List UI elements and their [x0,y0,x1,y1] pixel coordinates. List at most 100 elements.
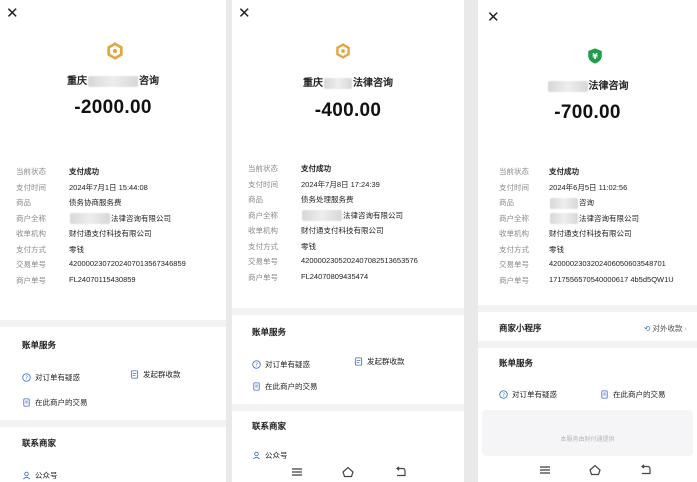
payment-amount: -700.00 [554,102,621,123]
detail-label: 交易单号 [16,260,46,269]
merchant-transactions-button[interactable]: 在此商户的交易 [252,381,318,392]
merchant-transactions-button[interactable]: 在此商户的交易 [600,389,666,400]
order-query-button[interactable]: ? 对订单有疑惑 [252,359,310,370]
detail-value: 支付成功 [301,164,331,173]
redacted-text [547,80,588,92]
svg-text:?: ? [255,363,258,369]
detail-value: 法律咨询有限公司 [301,210,403,222]
order-query-button[interactable]: ? 对订单有疑惑 [22,372,80,383]
detail-value: 4200002303202406050603548701 [549,259,666,268]
billing-section-title: 账单服务 [22,340,57,350]
detail-label: 商品 [248,195,263,204]
detail-value: 零钱 [301,241,316,251]
section-divider [0,420,226,427]
group-collect-icon [354,357,363,366]
detail-row: 交易单号 4200002307202407013567346859 [16,259,226,275]
detail-label: 支付时间 [499,182,529,192]
merchant-logo-icon [335,43,351,59]
detail-label: 支付方式 [248,241,278,251]
external-payment-link[interactable]: ⟲ 对外收款 › [644,323,687,334]
official-account-button[interactable]: 公众号 [22,470,58,481]
billing-section-title: 账单服务 [252,327,287,337]
question-circle-icon: ? [252,360,261,369]
detail-label: 收单机构 [499,229,529,238]
wechat-pay-shield-icon: ¥ [586,47,604,65]
detail-row: 商户单号 FL24070115430859 [16,275,226,291]
transaction-details: 当前状态 支付成功 支付时间 2024年7月1日 15:44:08 商品 债务协商服务… [16,166,226,290]
svg-text:?: ? [502,393,505,399]
detail-value: 法律咨询有限公司 [549,213,639,225]
transaction-details: 当前状态 支付成功 支付时间 2024年7月8日 17:24:39 商品 债务处理服务… [248,163,462,287]
back-icon[interactable] [638,463,652,477]
detail-label: 当前状态 [499,167,529,176]
redacted-text [550,213,578,225]
detail-label: 商户单号 [16,275,46,285]
official-account-icon [22,471,31,480]
back-icon[interactable] [393,465,407,479]
detail-value: 4200002307202407013567346859 [69,259,186,268]
detail-value: 财付通支付科技有限公司 [69,229,152,238]
merchant-transactions-button[interactable]: 在此商户的交易 [22,397,88,408]
detail-row: 收单机构 财付通支付科技有限公司 [248,225,462,241]
menu-icon[interactable] [290,465,304,479]
svg-text:?: ? [25,376,28,382]
mini-program-title[interactable]: 商家小程序 [499,322,542,334]
detail-value: 4200002305202407082513653576 [301,256,418,265]
detail-row: 支付方式 零钱 [248,241,462,257]
detail-label: 当前状态 [16,167,46,176]
menu-icon[interactable] [538,463,552,477]
detail-label: 商户全称 [16,213,46,223]
detail-row: 商户单号 FL24070809435474 [248,272,462,288]
service-provider-note: 本服务由财付通提供 [560,437,615,443]
close-icon[interactable]: ✕ [238,6,251,21]
detail-label: 支付方式 [16,244,46,254]
detail-row: 支付方式 零钱 [499,244,695,260]
detail-row: 商品 债务处理服务费 [248,194,462,210]
billing-section-title: 账单服务 [499,358,534,368]
question-circle-icon: ? [22,373,31,382]
detail-label: 交易单号 [499,260,529,269]
close-icon[interactable]: ✕ [6,6,19,21]
payment-amount: -400.00 [314,100,382,121]
transaction-doc-icon [252,382,261,391]
detail-label: 支付时间 [16,182,46,192]
detail-row: 商品 债务协商服务费 [16,197,226,213]
detail-row: 商品 咨询 [499,197,695,213]
detail-label: 商户单号 [248,272,278,282]
order-query-button[interactable]: ? 对订单有疑惑 [499,389,557,400]
detail-value: 1717556570540000617 4b5d5QW1U [549,274,674,284]
detail-value: 债务处理服务费 [301,195,354,204]
payment-amount: -2000.00 [74,97,152,118]
detail-row: 支付时间 2024年7月1日 15:44:08 [16,182,226,198]
merchant-name: 重庆 法律咨询 [303,77,393,89]
detail-value: 零钱 [549,244,564,254]
detail-label: 商品 [16,198,31,207]
detail-label: 商户单号 [499,275,529,285]
detail-value: 财付通支付科技有限公司 [549,229,632,238]
payment-detail-panel-1: ✕ 重庆 咨询 -2000.00 当前状态 支付成功 支付时间 2024年7月1日 1… [0,0,226,482]
detail-row: 商户单号 1717556570540000617 4b5d5QW1U [499,275,695,291]
detail-row: 支付方式 零钱 [16,244,226,260]
section-divider [478,305,697,312]
transaction-details: 当前状态 支付成功 支付时间 2024年6月5日 11:02:56 商品 咨询 商户全… [499,166,695,290]
group-collect-button[interactable]: 发起群收款 [130,369,181,380]
detail-value: FL24070115430859 [69,274,136,284]
close-icon[interactable]: ✕ [487,10,500,25]
detail-row: 支付时间 2024年7月8日 17:24:39 [248,179,462,195]
redacted-text [324,77,352,89]
transaction-doc-icon [22,398,31,407]
merchant-name: 重庆 咨询 [67,75,159,87]
system-nav-bar [478,458,697,482]
detail-value: 债务协商服务费 [69,198,122,207]
svg-text:¥: ¥ [592,51,598,61]
detail-value: 法律咨询有限公司 [69,213,171,225]
detail-value: 支付成功 [549,167,579,176]
group-collect-button[interactable]: 发起群收款 [354,356,405,367]
detail-label: 支付时间 [248,179,278,189]
detail-value: 支付成功 [69,167,99,176]
redacted-text [302,210,342,222]
home-icon[interactable] [588,463,602,477]
payment-detail-panel-2: ✕ 重庆 法律咨询 -400.00 当前状态 支付成功 支付时间 2024年7月8日 … [232,0,464,482]
detail-value: FL24070809435474 [301,271,369,281]
home-icon[interactable] [341,465,355,479]
